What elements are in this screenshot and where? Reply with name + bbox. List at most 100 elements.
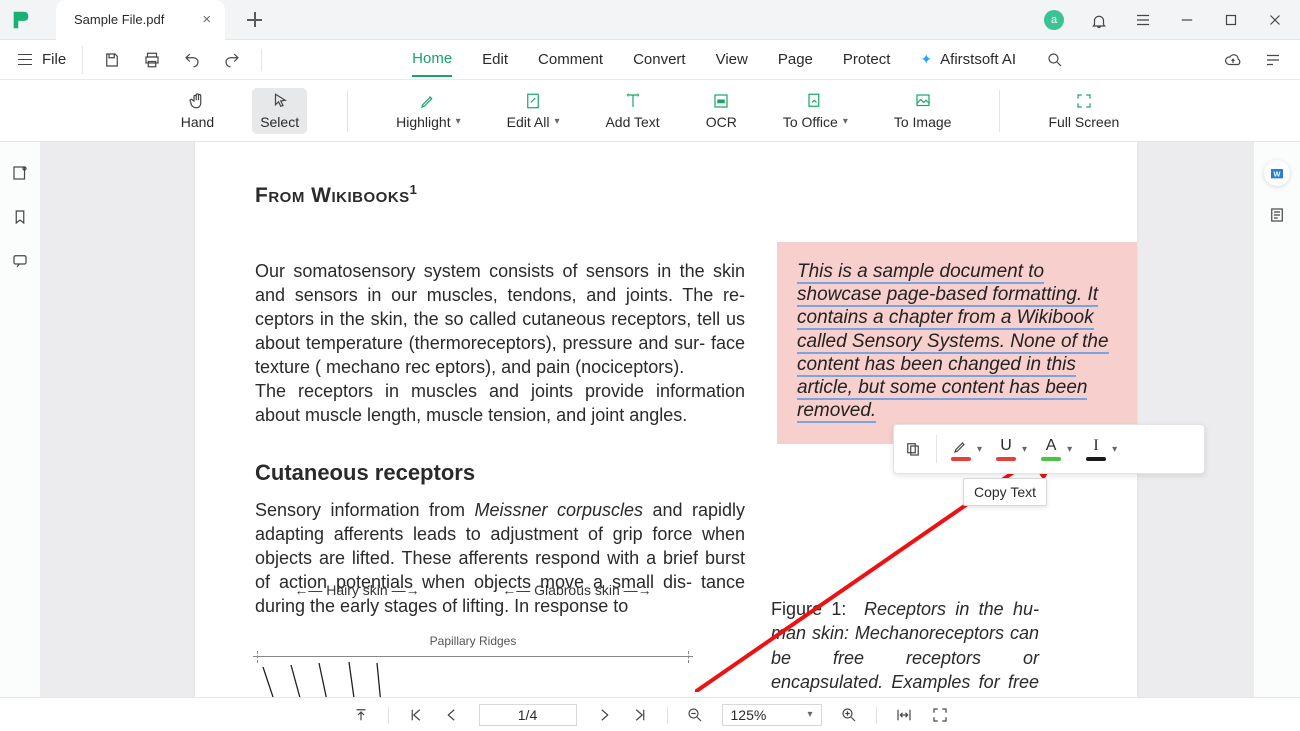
menu-edit[interactable]: Edit: [482, 43, 508, 76]
chevron-down-icon: ▾: [1112, 444, 1117, 455]
chevron-down-icon: ▾: [807, 709, 812, 720]
last-page-button[interactable]: [631, 706, 649, 724]
zoom-select[interactable]: 125%▾: [722, 704, 822, 726]
user-avatar[interactable]: a: [1044, 10, 1064, 30]
cursor-icon: [271, 92, 289, 110]
collapse-ribbon-icon[interactable]: [1264, 51, 1282, 69]
ribbon: Hand Select Highlight▾ Edit All▾ Add Tex…: [0, 80, 1300, 142]
chevron-down-icon: ▾: [456, 116, 461, 127]
file-label: File: [42, 51, 66, 68]
ribbon-select[interactable]: Select: [252, 88, 307, 134]
chevron-down-icon: ▾: [843, 116, 848, 127]
ribbon-full-screen[interactable]: Full Screen: [1040, 88, 1127, 134]
menu-convert[interactable]: Convert: [633, 43, 686, 76]
hamburger-menu-icon[interactable]: [1134, 11, 1152, 29]
ribbon-add-text[interactable]: Add Text: [597, 88, 667, 134]
chevron-down-icon: ▾: [1022, 444, 1027, 455]
fullscreen-icon: [1075, 92, 1093, 110]
fit-width-icon[interactable]: [895, 706, 913, 724]
app-logo: [10, 9, 32, 31]
word-export-badge[interactable]: W: [1264, 160, 1290, 186]
ribbon-to-office[interactable]: To Office▾: [775, 88, 856, 134]
menu-ai[interactable]: ✦Afirstsoft AI: [920, 35, 1016, 84]
add-text-icon: [624, 92, 642, 110]
selected-text-block[interactable]: This is a sample document to showcase pa…: [777, 242, 1137, 444]
left-side-rail: [0, 142, 40, 697]
copy-icon: [904, 440, 922, 458]
save-icon[interactable]: [103, 51, 121, 69]
undo-icon[interactable]: [183, 51, 201, 69]
to-office-icon: [806, 92, 824, 110]
search-icon[interactable]: [1046, 51, 1064, 69]
figure-caption: Figure 1: Receptors in the hu- man skin:…: [771, 597, 1039, 697]
svg-text:W: W: [1274, 169, 1281, 178]
comments-panel-icon[interactable]: [11, 252, 29, 270]
ocr-icon: [712, 92, 730, 110]
prev-page-button[interactable]: [443, 706, 461, 724]
cloud-upload-icon[interactable]: [1224, 51, 1242, 69]
menu-view[interactable]: View: [716, 43, 748, 76]
body-text-column: Our somatosensory system consists of sen…: [255, 260, 745, 619]
zoom-out-button[interactable]: [686, 706, 704, 724]
skin-diagram: ←— Hairy skin —→ ←— Glabrous skin —→ Pap…: [253, 582, 693, 697]
menu-comment[interactable]: Comment: [538, 43, 603, 76]
print-icon[interactable]: [143, 51, 161, 69]
menu-home[interactable]: Home: [412, 42, 452, 77]
zoom-in-button[interactable]: [840, 706, 858, 724]
copy-text-tooltip[interactable]: Copy Text: [963, 478, 1047, 506]
strikethrough-icon: A: [1046, 437, 1057, 455]
redo-icon[interactable]: [223, 51, 241, 69]
highlighter-icon: [952, 437, 970, 455]
fit-page-icon[interactable]: [931, 706, 949, 724]
ribbon-hand[interactable]: Hand: [173, 88, 222, 134]
underline-icon: U: [1000, 437, 1012, 455]
ribbon-edit-all[interactable]: Edit All▾: [499, 88, 568, 134]
edit-page-icon: [524, 92, 542, 110]
ribbon-highlight[interactable]: Highlight▾: [388, 88, 469, 134]
menu-protect[interactable]: Protect: [843, 43, 891, 76]
document-tab[interactable]: Sample File.pdf ×: [56, 0, 225, 40]
properties-panel-icon[interactable]: [1268, 206, 1286, 224]
menu-page[interactable]: Page: [778, 43, 813, 76]
text-color-black-button[interactable]: I ▾: [1086, 437, 1117, 461]
window-maximize-button[interactable]: [1222, 11, 1240, 29]
new-tab-button[interactable]: [247, 12, 262, 27]
window-minimize-button[interactable]: [1178, 11, 1196, 29]
selection-mini-toolbar: ▾ U ▾ A ▾ I ▾: [893, 424, 1205, 474]
hamburger-icon: [18, 54, 32, 66]
highlighter-icon: [419, 92, 437, 110]
chevron-down-icon: ▾: [977, 444, 982, 455]
first-page-vertical-icon[interactable]: [352, 706, 370, 724]
workspace: From Wikibooks1 Our somatosensory system…: [0, 142, 1300, 697]
tab-close-button[interactable]: ×: [202, 11, 211, 28]
window-close-button[interactable]: [1266, 11, 1284, 29]
ribbon-ocr[interactable]: OCR: [698, 88, 745, 134]
subheading: Cutaneous receptors: [255, 458, 745, 487]
page-heading: From Wikibooks1: [255, 182, 1091, 208]
next-page-button[interactable]: [595, 706, 613, 724]
chevron-down-icon: ▾: [554, 116, 559, 127]
document-viewport[interactable]: From Wikibooks1 Our somatosensory system…: [40, 142, 1254, 697]
hand-icon: [188, 92, 206, 110]
copy-button[interactable]: [904, 440, 922, 458]
status-bar: 1/4 125%▾: [0, 697, 1300, 731]
highlight-red-button[interactable]: ▾: [951, 437, 982, 461]
titlebar: Sample File.pdf × a: [0, 0, 1300, 40]
page-number-field[interactable]: 1/4: [479, 704, 577, 726]
bookmark-icon[interactable]: [11, 208, 29, 226]
chevron-down-icon: ▾: [1067, 444, 1072, 455]
bell-icon[interactable]: [1090, 11, 1108, 29]
text-caret-icon: I: [1093, 437, 1098, 455]
strikethrough-green-button[interactable]: A ▾: [1041, 437, 1072, 461]
tab-title: Sample File.pdf: [74, 12, 164, 27]
thumbnails-icon[interactable]: [11, 164, 29, 182]
pdf-page: From Wikibooks1 Our somatosensory system…: [195, 142, 1137, 697]
sparkle-icon: ✦: [920, 43, 932, 76]
ribbon-to-image[interactable]: To Image: [886, 88, 960, 134]
menubar: File Home Edit Comment Convert View Page…: [0, 40, 1300, 80]
file-menu-button[interactable]: File: [0, 40, 82, 80]
right-side-rail: W: [1254, 142, 1300, 697]
first-page-button[interactable]: [407, 706, 425, 724]
to-image-icon: [914, 92, 932, 110]
underline-red-button[interactable]: U ▾: [996, 437, 1027, 461]
